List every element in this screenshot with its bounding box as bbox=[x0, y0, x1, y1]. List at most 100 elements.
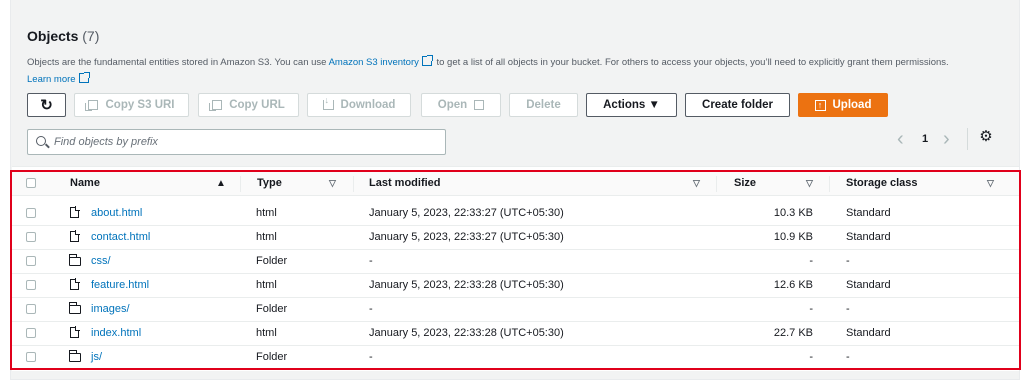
refresh-button[interactable]: ↻ bbox=[27, 93, 66, 117]
column-divider[interactable] bbox=[353, 176, 354, 192]
row-checkbox[interactable] bbox=[26, 352, 36, 362]
sort-icon[interactable]: ▽ bbox=[806, 178, 813, 189]
search-input[interactable] bbox=[52, 135, 436, 149]
objects-description: Objects are the fundamental entities sto… bbox=[27, 54, 1002, 88]
object-last-modified: - bbox=[369, 351, 373, 363]
page-number[interactable]: 1 bbox=[922, 133, 928, 145]
object-name-link[interactable]: css/ bbox=[91, 255, 111, 267]
upload-icon: ↑ bbox=[814, 99, 826, 111]
col-type[interactable]: Type bbox=[257, 177, 282, 189]
table-row[interactable]: css/ Folder - - - bbox=[12, 250, 1019, 274]
sort-icon[interactable]: ▽ bbox=[693, 178, 700, 189]
row-checkbox[interactable] bbox=[26, 280, 36, 290]
object-size: - bbox=[809, 303, 813, 315]
desc-text-1: Objects are the fundamental entities sto… bbox=[27, 57, 329, 68]
object-storage-class: - bbox=[846, 255, 850, 267]
settings-gear-icon[interactable]: ⚙ bbox=[979, 129, 993, 144]
actions-dropdown[interactable]: Actions ▼ bbox=[586, 93, 677, 117]
copy-url-label: Copy URL bbox=[229, 99, 285, 111]
create-folder-label: Create folder bbox=[702, 99, 773, 111]
delete-button[interactable]: Delete bbox=[509, 93, 578, 117]
sort-icon[interactable]: ▽ bbox=[987, 178, 994, 189]
external-link-icon bbox=[474, 100, 485, 110]
file-icon bbox=[70, 206, 80, 218]
download-label: Download bbox=[340, 99, 396, 111]
row-checkbox[interactable] bbox=[26, 208, 36, 218]
folder-icon bbox=[68, 302, 81, 314]
table-row[interactable]: images/ Folder - - - bbox=[12, 298, 1019, 322]
object-size: 12.6 KB bbox=[773, 279, 813, 291]
file-icon bbox=[70, 230, 80, 242]
object-storage-class: - bbox=[846, 303, 850, 315]
object-type: html bbox=[256, 207, 277, 219]
copy-s3-uri-label: Copy S3 URI bbox=[105, 99, 175, 111]
learn-more-link[interactable]: Learn more bbox=[27, 74, 76, 85]
object-count: (7) bbox=[82, 28, 100, 44]
copy-icon bbox=[85, 100, 99, 111]
folder-icon bbox=[68, 254, 81, 266]
object-type: html bbox=[256, 231, 277, 243]
pagination-divider bbox=[967, 128, 968, 150]
open-label: Open bbox=[437, 99, 468, 111]
table-header: Name ▲ Type ▽ Last modified ▽ Size ▽ Sto… bbox=[12, 172, 1019, 196]
column-divider[interactable] bbox=[240, 176, 241, 192]
search-icon bbox=[36, 136, 46, 146]
object-last-modified: - bbox=[369, 303, 373, 315]
desc-text-2: to get a list of all objects in your buc… bbox=[433, 57, 949, 68]
external-link-icon bbox=[78, 72, 90, 83]
object-type: Folder bbox=[256, 351, 288, 363]
object-last-modified: - bbox=[369, 255, 373, 267]
table-row[interactable]: js/ Folder - - - bbox=[12, 346, 1019, 370]
col-name[interactable]: Name bbox=[70, 177, 100, 189]
row-checkbox[interactable] bbox=[26, 304, 36, 314]
object-last-modified: January 5, 2023, 22:33:27 (UTC+05:30) bbox=[369, 207, 564, 219]
search-box[interactable] bbox=[27, 129, 446, 155]
column-divider[interactable] bbox=[716, 176, 717, 192]
object-storage-class: Standard bbox=[846, 279, 891, 291]
object-size: 10.9 KB bbox=[773, 231, 813, 243]
copy-url-button[interactable]: Copy URL bbox=[198, 93, 299, 117]
object-type: Folder bbox=[256, 303, 288, 315]
refresh-icon: ↻ bbox=[40, 97, 53, 114]
table-row[interactable]: about.html html January 5, 2023, 22:33:2… bbox=[12, 202, 1019, 226]
object-storage-class: Standard bbox=[846, 327, 891, 339]
sort-ascending-icon[interactable]: ▲ bbox=[216, 178, 226, 189]
prev-page-button[interactable]: ‹ bbox=[897, 128, 904, 151]
delete-label: Delete bbox=[526, 99, 561, 111]
object-last-modified: January 5, 2023, 22:33:28 (UTC+05:30) bbox=[369, 327, 564, 339]
table-row[interactable]: feature.html html January 5, 2023, 22:33… bbox=[12, 274, 1019, 298]
copy-s3-uri-button[interactable]: Copy S3 URI bbox=[74, 93, 189, 117]
next-page-button[interactable]: › bbox=[943, 128, 950, 151]
object-last-modified: January 5, 2023, 22:33:27 (UTC+05:30) bbox=[369, 231, 564, 243]
file-icon bbox=[70, 278, 80, 290]
object-size: 10.3 KB bbox=[773, 207, 813, 219]
object-name-link[interactable]: contact.html bbox=[91, 231, 150, 243]
objects-title: Objects (7) bbox=[27, 28, 99, 44]
select-all-checkbox[interactable] bbox=[26, 178, 36, 188]
object-last-modified: January 5, 2023, 22:33:28 (UTC+05:30) bbox=[369, 279, 564, 291]
object-size: - bbox=[809, 351, 813, 363]
row-checkbox[interactable] bbox=[26, 256, 36, 266]
object-name-link[interactable]: js/ bbox=[91, 351, 102, 363]
copy-icon bbox=[209, 100, 223, 111]
sort-icon[interactable]: ▽ bbox=[329, 178, 336, 189]
column-divider[interactable] bbox=[829, 176, 830, 192]
object-name-link[interactable]: images/ bbox=[91, 303, 130, 315]
s3-inventory-link[interactable]: Amazon S3 inventory bbox=[329, 57, 419, 68]
row-checkbox[interactable] bbox=[26, 328, 36, 338]
object-size: 22.7 KB bbox=[773, 327, 813, 339]
col-last-modified[interactable]: Last modified bbox=[369, 177, 441, 189]
open-button[interactable]: Open bbox=[421, 93, 501, 117]
object-storage-class: Standard bbox=[846, 231, 891, 243]
col-size[interactable]: Size bbox=[734, 177, 756, 189]
row-checkbox[interactable] bbox=[26, 232, 36, 242]
object-name-link[interactable]: index.html bbox=[91, 327, 141, 339]
download-button[interactable]: Download bbox=[307, 93, 411, 117]
table-row[interactable]: contact.html html January 5, 2023, 22:33… bbox=[12, 226, 1019, 250]
create-folder-button[interactable]: Create folder bbox=[685, 93, 790, 117]
col-storage-class[interactable]: Storage class bbox=[846, 177, 918, 189]
object-name-link[interactable]: feature.html bbox=[91, 279, 149, 291]
upload-button[interactable]: ↑ Upload bbox=[798, 93, 888, 117]
object-name-link[interactable]: about.html bbox=[91, 207, 142, 219]
table-row[interactable]: index.html html January 5, 2023, 22:33:2… bbox=[12, 322, 1019, 346]
